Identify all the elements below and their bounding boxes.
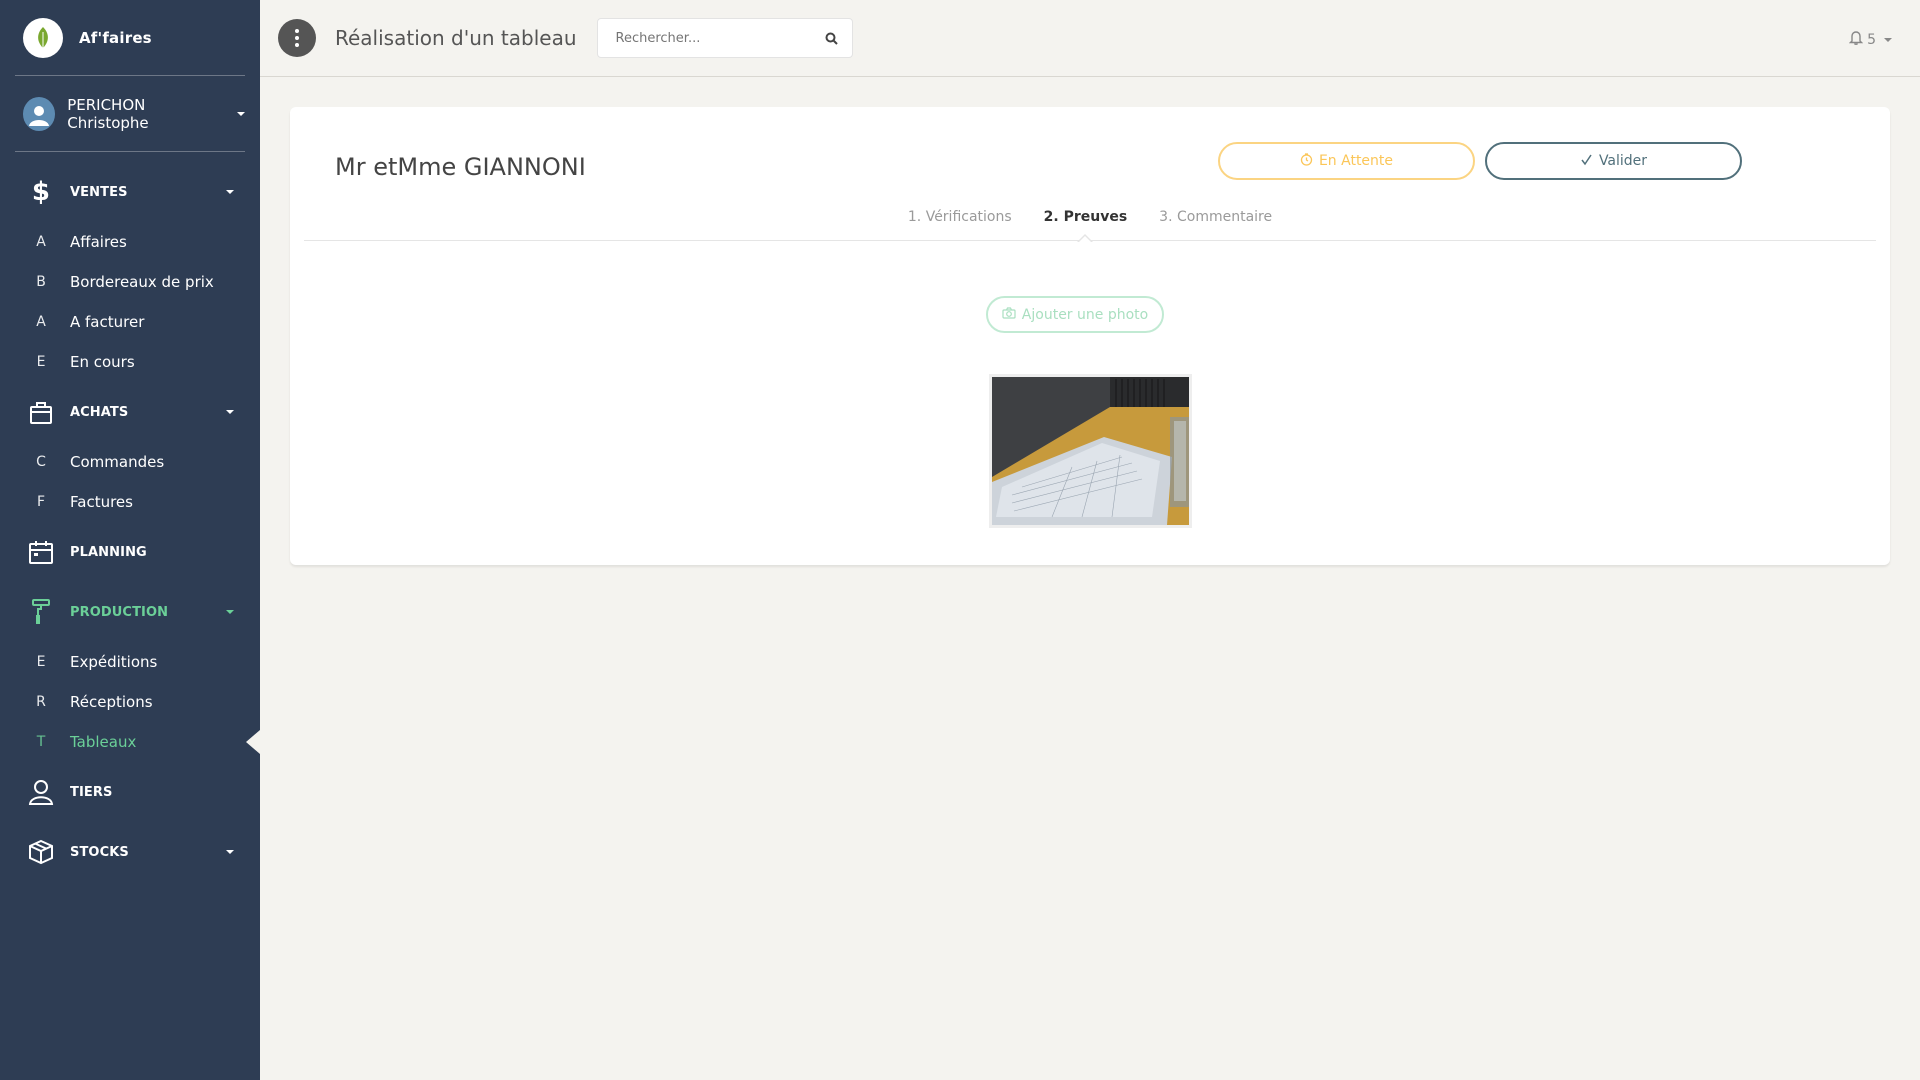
user-icon: [26, 777, 56, 807]
sidebar-nav: $ VENTES A Affaires B Bordereaux de prix…: [0, 162, 260, 882]
user-name: PERICHON Christophe: [67, 95, 149, 132]
proof-photo-thumbnail[interactable]: [989, 374, 1192, 528]
sidebar-item-expeditions[interactable]: E Expéditions: [0, 642, 260, 682]
dot: [295, 29, 299, 33]
proof-photo: [992, 377, 1189, 525]
tab-commentaire[interactable]: 3. Commentaire: [1159, 193, 1272, 241]
sidebar-item-a-facturer[interactable]: A A facturer: [0, 302, 260, 342]
sidebar-item-label: Bordereaux de prix: [70, 273, 214, 291]
sidebar-item-label: Tableaux: [70, 733, 137, 751]
valider-button[interactable]: Valider: [1485, 142, 1742, 180]
check-icon: [1580, 153, 1593, 170]
search-input[interactable]: [597, 30, 812, 46]
calendar-icon: [26, 537, 56, 567]
topbar: Réalisation d'un tableau 5: [260, 0, 1920, 77]
mini-letter: A: [36, 314, 46, 330]
add-photo-button[interactable]: Ajouter une photo: [986, 296, 1164, 333]
nav-section-label: TIERS: [70, 784, 113, 800]
sidebar-item-bordereaux[interactable]: B Bordereaux de prix: [0, 262, 260, 302]
tab-verifications[interactable]: 1. Vérifications: [908, 193, 1012, 241]
button-label: Valider: [1598, 153, 1648, 169]
sidebar-item-en-cours[interactable]: E En cours: [0, 342, 260, 382]
sidebar-item-factures[interactable]: F Factures: [0, 482, 260, 522]
brand-name: Af'faires: [79, 28, 152, 47]
tab-preuves[interactable]: 2. Preuves: [1044, 193, 1127, 243]
sidebar-item-label: A facturer: [70, 313, 145, 331]
sidebar-item-affaires[interactable]: A Affaires: [0, 222, 260, 262]
mini-letter: E: [36, 354, 46, 370]
mini-letter: E: [36, 654, 46, 670]
nav-section-stocks[interactable]: STOCKS: [0, 822, 260, 882]
nav-section-label: STOCKS: [70, 844, 129, 860]
chevron-down-icon: [226, 850, 234, 854]
chevron-down-icon: [226, 610, 234, 614]
mini-letter: C: [36, 454, 46, 470]
mini-letter: R: [36, 694, 46, 710]
leaf-logo-icon: [23, 17, 63, 58]
client-name: Mr etMme GIANNONI: [335, 153, 586, 181]
sidebar-item-label: Réceptions: [70, 693, 153, 711]
mini-letter: F: [36, 494, 46, 510]
dollar-icon: $: [31, 177, 51, 207]
page-title: Réalisation d'un tableau: [335, 26, 577, 50]
search-icon[interactable]: [812, 32, 852, 45]
chevron-down-icon: [226, 190, 234, 194]
more-vertical-button[interactable]: [278, 19, 316, 57]
box-icon: [26, 837, 56, 867]
chevron-down-icon: [237, 111, 245, 116]
nav-section-achats[interactable]: ACHATS: [0, 382, 260, 442]
notifications-menu[interactable]: 5: [1848, 30, 1892, 49]
content-card: Mr etMme GIANNONI En Attente Valider 1. …: [290, 107, 1890, 565]
en-attente-button[interactable]: En Attente: [1218, 142, 1475, 180]
mini-letter: T: [36, 734, 46, 750]
sidebar-item-label: Factures: [70, 493, 133, 511]
user-menu[interactable]: PERICHON Christophe: [15, 76, 245, 152]
nav-section-label: PLANNING: [70, 544, 147, 560]
nav-section-production[interactable]: PRODUCTION: [0, 582, 260, 642]
nav-section-label: PRODUCTION: [70, 604, 169, 620]
button-label: En Attente: [1318, 153, 1394, 169]
sidebar-item-label: Commandes: [70, 453, 165, 471]
nav-section-label: VENTES: [70, 184, 128, 200]
sidebar-item-tableaux[interactable]: T Tableaux: [0, 722, 260, 762]
avatar: [23, 96, 56, 131]
nav-section-label: ACHATS: [70, 404, 129, 420]
sidebar-item-commandes[interactable]: C Commandes: [0, 442, 260, 482]
search-box: [596, 18, 853, 58]
brand[interactable]: Af'faires: [15, 0, 245, 76]
sidebar-item-label: Affaires: [70, 233, 127, 251]
camera-icon: [1002, 306, 1016, 323]
mini-letter: B: [36, 274, 46, 290]
nav-section-ventes[interactable]: $ VENTES: [0, 162, 260, 222]
sidebar-item-label: Expéditions: [70, 653, 158, 671]
shopping-bag-icon: [26, 397, 56, 427]
nav-section-tiers[interactable]: TIERS: [0, 762, 260, 822]
bell-icon: [1848, 30, 1864, 49]
dot: [295, 36, 299, 40]
paint-roller-icon: [26, 597, 56, 627]
clock-icon: [1300, 152, 1313, 170]
notification-count: 5: [1867, 31, 1876, 48]
button-label: Ajouter une photo: [1021, 306, 1149, 323]
chevron-down-icon: [1884, 37, 1892, 42]
dot: [295, 43, 299, 47]
mini-letter: A: [36, 234, 46, 250]
sidebar-item-label: En cours: [70, 353, 135, 371]
chevron-down-icon: [226, 410, 234, 414]
nav-section-planning[interactable]: PLANNING: [0, 522, 260, 582]
sidebar: Af'faires PERICHON Christophe $ VENTES A…: [0, 0, 260, 1080]
sidebar-item-receptions[interactable]: R Réceptions: [0, 682, 260, 722]
wizard-tabs: 1. Vérifications 2. Preuves 3. Commentai…: [304, 193, 1876, 243]
